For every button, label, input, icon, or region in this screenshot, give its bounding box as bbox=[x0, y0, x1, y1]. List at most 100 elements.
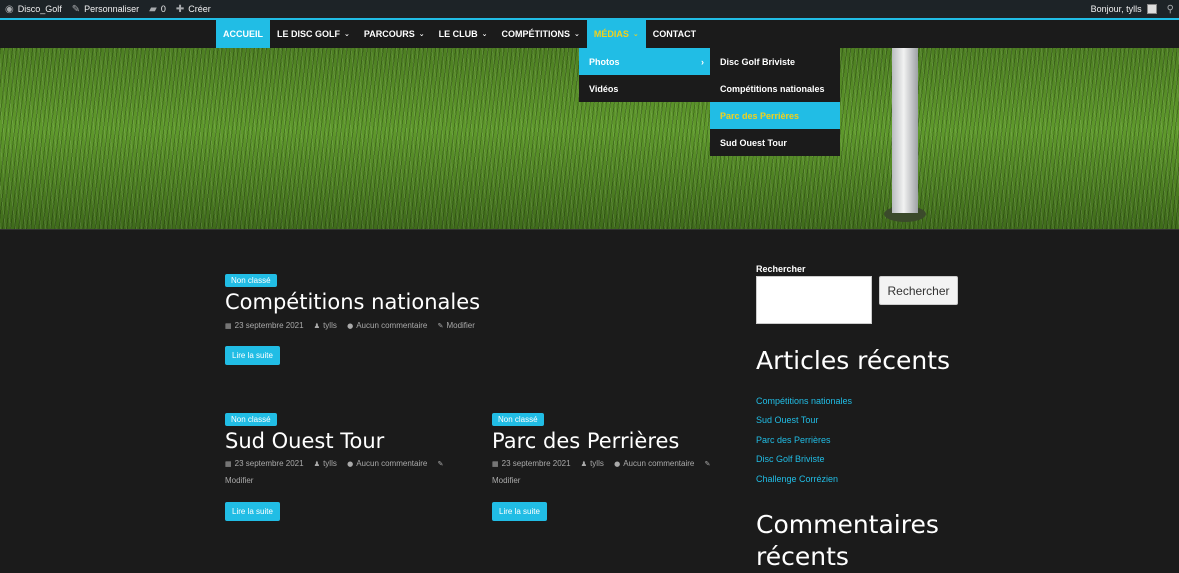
nav-item-competitions[interactable]: COMPÉTITIONS ⌄ bbox=[494, 20, 586, 48]
recent-post-link[interactable]: Challenge Corrézien bbox=[756, 469, 852, 489]
admin-site-label: Disco_Golf bbox=[17, 4, 62, 14]
nav-label: PARCOURS bbox=[363, 29, 415, 39]
plus-icon: ✚ bbox=[175, 3, 185, 15]
nav-label: LE CLUB bbox=[438, 29, 478, 39]
nav-item-medias[interactable]: MÉDIAS ⌄ bbox=[586, 20, 646, 48]
submenu-item-sud-ouest-tour[interactable]: Sud Ouest Tour bbox=[710, 129, 840, 156]
search-label: Rechercher bbox=[756, 264, 806, 274]
admin-create-link[interactable]: ✚ Créer bbox=[171, 0, 216, 18]
post-comments[interactable]: Aucun commentaire bbox=[356, 459, 427, 468]
avatar bbox=[1146, 4, 1157, 14]
nav-label: MÉDIAS bbox=[593, 29, 629, 39]
search-input[interactable] bbox=[756, 276, 872, 324]
edit-icon: ✎ bbox=[704, 460, 711, 468]
submenu-item-disc-golf-briviste[interactable]: Disc Golf Briviste bbox=[710, 48, 840, 75]
nav-item-contact[interactable]: CONTACT bbox=[646, 20, 703, 48]
main-nav: ACCUEIL LE DISC GOLF ⌄ PARCOURS ⌄ LE CLUB ⌄… bbox=[216, 20, 703, 48]
search-button[interactable]: Rechercher bbox=[879, 276, 958, 305]
read-more-button[interactable]: Lire la suite bbox=[225, 502, 280, 521]
comment-icon: ● bbox=[614, 460, 621, 468]
hero-separator bbox=[0, 229, 1179, 230]
category-badge[interactable]: Non classé bbox=[225, 413, 277, 426]
main-navbar: ACCUEIL LE DISC GOLF ⌄ PARCOURS ⌄ LE CLUB ⌄… bbox=[0, 20, 1179, 48]
post-title[interactable]: Sud Ouest Tour bbox=[225, 429, 384, 453]
admin-comments-count: 0 bbox=[160, 4, 166, 14]
post-comments[interactable]: Aucun commentaire bbox=[356, 321, 427, 330]
dashboard-icon: ◉ bbox=[5, 3, 14, 15]
nav-label: CONTACT bbox=[652, 29, 697, 39]
medias-dropdown: Photos › Vidéos bbox=[579, 48, 710, 102]
post-meta: ▦ 23 septembre 2021 ♟ tylls ● Aucun comment… bbox=[225, 459, 454, 468]
admin-search-button[interactable]: ⚲ bbox=[1162, 0, 1179, 18]
post-edit-link[interactable]: Modifier bbox=[446, 321, 474, 330]
admin-bar: ◉ Disco_Golf ✎ Personnaliser ▰ 0 ✚ Créer… bbox=[0, 0, 1179, 18]
post-date[interactable]: 23 septembre 2021 bbox=[502, 459, 571, 468]
calendar-icon: ▦ bbox=[492, 460, 499, 468]
category-badge[interactable]: Non classé bbox=[492, 413, 544, 426]
photos-dropdown: Disc Golf Briviste Compétitions national… bbox=[710, 48, 840, 156]
admin-greeting: Bonjour, tylls bbox=[1090, 4, 1142, 14]
post-meta: ▦ 23 septembre 2021 ♟ tylls ● Aucun comment… bbox=[492, 459, 721, 468]
recent-posts-title: Articles récents bbox=[756, 346, 951, 375]
submenu-label: Photos bbox=[589, 56, 620, 67]
comment-icon: ▰ bbox=[149, 3, 157, 15]
admin-create-label: Créer bbox=[188, 4, 211, 14]
post-edit-link[interactable]: Modifier bbox=[492, 476, 520, 485]
submenu-item-photos[interactable]: Photos › bbox=[579, 48, 710, 75]
user-icon: ♟ bbox=[580, 460, 588, 468]
post-author[interactable]: tylls bbox=[323, 321, 337, 330]
chevron-down-icon: ⌄ bbox=[632, 30, 639, 38]
chevron-down-icon: ⌄ bbox=[344, 30, 350, 38]
submenu-label: Disc Golf Briviste bbox=[720, 56, 796, 67]
post-title[interactable]: Parc des Perrières bbox=[492, 429, 679, 453]
chevron-right-icon: › bbox=[701, 56, 704, 67]
search-icon: ⚲ bbox=[1166, 3, 1174, 15]
chevron-down-icon: ⌄ bbox=[418, 30, 425, 38]
admin-account-link[interactable]: Bonjour, tylls bbox=[1086, 0, 1162, 18]
nav-label: ACCUEIL bbox=[223, 29, 263, 39]
post-date[interactable]: 23 septembre 2021 bbox=[235, 321, 304, 330]
admin-customize-label: Personnaliser bbox=[84, 4, 140, 14]
recent-comments-title: Commentaires récents bbox=[756, 510, 939, 571]
submenu-item-videos[interactable]: Vidéos bbox=[579, 75, 710, 102]
brush-icon: ✎ bbox=[71, 3, 81, 15]
submenu-label: Vidéos bbox=[589, 83, 619, 94]
read-more-button[interactable]: Lire la suite bbox=[225, 346, 280, 365]
submenu-item-competitions-nationales[interactable]: Compétitions nationales bbox=[710, 75, 840, 102]
post-author[interactable]: tylls bbox=[590, 459, 604, 468]
comment-icon: ● bbox=[347, 322, 354, 330]
submenu-label: Parc des Perrières bbox=[720, 110, 800, 121]
recent-post-link[interactable]: Compétitions nationales bbox=[756, 391, 852, 411]
submenu-label: Sud Ouest Tour bbox=[720, 137, 787, 148]
post-date[interactable]: 23 septembre 2021 bbox=[235, 459, 304, 468]
calendar-icon: ▦ bbox=[225, 322, 232, 330]
recent-post-link[interactable]: Parc des Perrières bbox=[756, 430, 852, 450]
submenu-item-parc-des-perrieres[interactable]: Parc des Perrières bbox=[710, 102, 840, 129]
post-meta: ▦ 23 septembre 2021 ♟ tylls ● Aucun comment… bbox=[225, 321, 483, 330]
submenu-label: Compétitions nationales bbox=[720, 83, 825, 94]
user-icon: ♟ bbox=[313, 322, 321, 330]
recent-post-link[interactable]: Sud Ouest Tour bbox=[756, 411, 852, 431]
post-comments[interactable]: Aucun commentaire bbox=[623, 459, 694, 468]
post-author[interactable]: tylls bbox=[323, 459, 337, 468]
nav-item-parcours[interactable]: PARCOURS ⌄ bbox=[357, 20, 432, 48]
recent-post-link[interactable]: Disc Golf Briviste bbox=[756, 450, 852, 470]
comment-icon: ● bbox=[347, 460, 354, 468]
disc-golf-pole bbox=[892, 48, 918, 213]
admin-comments-link[interactable]: ▰ 0 bbox=[144, 0, 171, 18]
post-title[interactable]: Compétitions nationales bbox=[225, 290, 480, 314]
chevron-down-icon: ⌄ bbox=[481, 30, 488, 38]
category-badge[interactable]: Non classé bbox=[225, 274, 277, 287]
admin-site-link[interactable]: ◉ Disco_Golf bbox=[0, 0, 67, 18]
nav-item-accueil[interactable]: ACCUEIL bbox=[216, 20, 270, 48]
read-more-button[interactable]: Lire la suite bbox=[492, 502, 547, 521]
post-edit-link[interactable]: Modifier bbox=[225, 476, 253, 485]
admin-customize-link[interactable]: ✎ Personnaliser bbox=[67, 0, 144, 18]
chevron-down-icon: ⌄ bbox=[573, 30, 580, 38]
nav-item-le-disc-golf[interactable]: LE DISC GOLF ⌄ bbox=[270, 20, 357, 48]
edit-icon: ✎ bbox=[437, 460, 444, 468]
nav-item-le-club[interactable]: LE CLUB ⌄ bbox=[432, 20, 495, 48]
nav-label: COMPÉTITIONS bbox=[501, 29, 570, 39]
calendar-icon: ▦ bbox=[225, 460, 232, 468]
edit-icon: ✎ bbox=[437, 322, 444, 330]
